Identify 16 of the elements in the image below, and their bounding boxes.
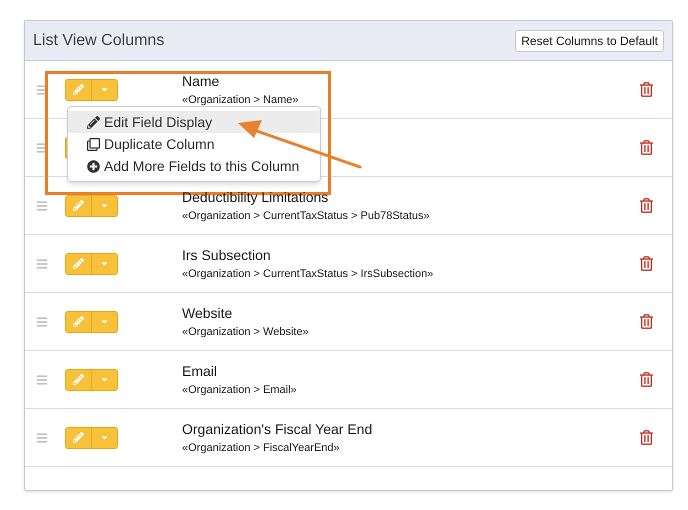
- reset-button[interactable]: Reset Columns to Default: [515, 30, 664, 52]
- field-path: «Organization > CurrentTaxStatus > Pub78Status»: [182, 210, 431, 222]
- field-path: «Organization > FiscalYearEnd»: [182, 442, 341, 454]
- column-title: Email: [182, 362, 218, 378]
- field-path: «Organization > Name»: [182, 94, 300, 106]
- field-path: «Organization > Email»: [182, 384, 298, 396]
- column-title: Name: [182, 72, 220, 88]
- column-title: Organization's Fiscal Year End: [182, 420, 374, 436]
- field-path: «Organization > CurrentTaxStatus > IrsSubsection»: [182, 268, 434, 280]
- menu-item[interactable]: Add More Fields to this Column: [68, 155, 320, 177]
- column-title: Website: [182, 304, 234, 320]
- menu-item[interactable]: Edit Field Display: [68, 111, 320, 133]
- panel-title: List View Columns: [33, 30, 164, 50]
- column-title: Irs Subsection: [182, 246, 272, 262]
- field-path: «Organization > Website»: [182, 326, 310, 338]
- menu-item[interactable]: Duplicate Column: [68, 133, 320, 155]
